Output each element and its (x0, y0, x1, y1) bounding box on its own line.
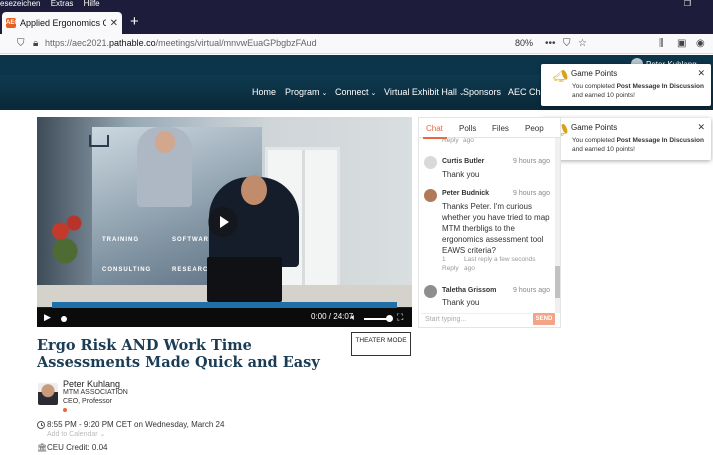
chevron-down-icon: ⌄ (370, 90, 377, 97)
menu-extras[interactable]: Extras (51, 0, 74, 8)
video-laptop (207, 257, 282, 302)
tab-chat[interactable]: Chat (423, 124, 447, 139)
game-points-icon: 📣︎ (553, 69, 569, 83)
sidebar-icon[interactable]: ▣ (677, 38, 686, 50)
nav-home[interactable]: Home (252, 87, 276, 97)
more-icon[interactable]: ••• (545, 38, 556, 50)
ceu-credit: CEU Credit: 0.04 (47, 443, 108, 452)
message-author[interactable]: Peter Budnick (442, 190, 489, 197)
send-button[interactable]: SEND (533, 313, 555, 325)
close-icon[interactable]: ✕ (697, 68, 705, 79)
message-time: 9 hours ago (513, 158, 550, 165)
scrubber-handle[interactable] (61, 316, 67, 322)
menu-bookmarks[interactable]: esezeichen (0, 0, 40, 8)
menu-bar: esezeichen Extras Hilfe ❐ (0, 0, 713, 8)
volume-icon[interactable]: 🔈︎ (351, 311, 356, 323)
toast-notification: 📣︎ Game Points ✕ You completed Post Mess… (541, 118, 711, 160)
tab-files[interactable]: Files (492, 124, 509, 133)
volume-handle[interactable] (386, 315, 393, 322)
status-dot (63, 408, 67, 412)
reply-count[interactable]: 1 (442, 256, 446, 263)
url-field[interactable]: https://aec2021.pathable.co/meetings/vir… (45, 38, 317, 48)
nav-program[interactable]: Program ⌄ (285, 87, 327, 97)
nav-sponsors[interactable]: Sponsors (463, 87, 501, 97)
speaker-name[interactable]: Peter Kuhlang (63, 379, 120, 389)
video-flowers (47, 207, 92, 287)
nav-virtual-exhibit-hall[interactable]: Virtual Exhibit Hall ⌄ (384, 87, 465, 97)
favicon-icon: AEC (6, 18, 19, 28)
avatar[interactable] (38, 383, 58, 405)
video-controls: ▶ 0:00 / 24:07 🔈︎ ⛶ (37, 308, 412, 327)
volume-slider[interactable] (364, 318, 388, 320)
credit-icon: 🏛︎ (37, 443, 48, 452)
toast-title: Game Points (571, 123, 618, 132)
message-author[interactable]: Curtis Butler (442, 158, 484, 165)
browser-window: esezeichen Extras Hilfe ❐ AEC Applied Er… (0, 0, 713, 455)
message-time: 9 hours ago (513, 190, 550, 197)
avatar (424, 156, 437, 169)
avatar (424, 285, 437, 298)
browser-tab[interactable]: AEC Applied Ergonomics Conference ✕ (2, 12, 122, 34)
video-player[interactable]: TRAINING SOFTWARE CONSULTING RESEARCH ▶ … (37, 117, 412, 327)
speaker-role: CEO, Professor (63, 398, 113, 405)
toast-message: You completed Post Message In Discussion… (572, 137, 704, 153)
toast-notification: 📣︎ Game Points ✕ You completed Post Mess… (541, 64, 711, 106)
board-text: SOFTWARE (172, 237, 214, 243)
tab-people[interactable]: Peop (525, 124, 544, 133)
last-reply: Last reply a few seconds (464, 256, 536, 263)
close-tab-icon[interactable]: ✕ (110, 18, 118, 29)
fullscreen-icon[interactable]: ⛶ (397, 311, 403, 323)
chat-panel: Chat Polls Files Peop Reply ago Curtis B… (418, 117, 561, 328)
message-author[interactable]: Taletha Grissom (442, 287, 496, 294)
close-icon[interactable]: ✕ (697, 122, 705, 133)
tab-polls[interactable]: Polls (459, 124, 476, 133)
board-text: CONSULTING (102, 267, 152, 273)
reply-link[interactable]: Reply (442, 265, 459, 272)
theater-mode-button[interactable]: THEATER MODE (351, 332, 411, 356)
restore-window-icon[interactable]: ❐ (684, 0, 691, 8)
new-tab-button[interactable]: + (130, 14, 139, 30)
video-time: 0:00 / 24:07 (311, 312, 354, 321)
chat-input[interactable]: Start typing... (421, 313, 531, 325)
add-to-calendar-link[interactable]: Add to Calendar ⌄ (47, 430, 105, 438)
reply-time: ago (464, 265, 475, 272)
chat-tabs: Chat Polls Files Peop (419, 118, 560, 139)
clock-icon (37, 421, 45, 429)
tab-title: Applied Ergonomics Conference (20, 18, 106, 28)
nav-connect[interactable]: Connect ⌄ (335, 87, 376, 97)
board-text: TRAINING (102, 237, 139, 243)
lock-icon[interactable]: 🔒︎ (33, 38, 38, 50)
play-icon[interactable]: ▶ (44, 311, 51, 323)
toast-message: You completed Post Message In Discussion… (572, 83, 704, 99)
address-bar: ⛉ 🔒︎ https://aec2021.pathable.co/meeting… (0, 34, 713, 54)
menu-help[interactable]: Hilfe (84, 0, 100, 8)
video-background-person (137, 127, 192, 207)
message-text: Thank you (442, 298, 480, 307)
chat-scrollbar[interactable] (555, 138, 560, 313)
bookmark-star-icon[interactable]: ☆ (578, 38, 587, 50)
shield-icon[interactable]: ⛉ (17, 38, 25, 50)
message-text: Thanks Peter. I'm curious whether you ha… (442, 202, 550, 255)
session-time: 8:55 PM - 9:20 PM CET on Wednesday, Marc… (47, 420, 225, 429)
speaker-organization: MTM ASSOCIATION (63, 389, 128, 396)
toast-title: Game Points (571, 69, 618, 78)
chevron-down-icon: ⌄ (321, 90, 328, 97)
message-text: Thank you (442, 170, 480, 179)
avatar (424, 189, 437, 202)
tab-bar: AEC Applied Ergonomics Conference ✕ + (0, 8, 713, 34)
pocket-icon[interactable]: ⛉ (563, 38, 571, 50)
library-icon[interactable]: ⫼ (659, 38, 664, 50)
message-time: 9 hours ago (513, 287, 550, 294)
reply-time: ago (463, 137, 474, 144)
account-icon[interactable]: ◉ (696, 38, 705, 50)
page-title: Ergo Risk AND Work Time Assessments Made… (37, 337, 320, 371)
scrollbar-thumb[interactable] (555, 266, 560, 298)
zoom-level[interactable]: 80% (515, 38, 533, 48)
play-overlay-button[interactable] (208, 207, 238, 237)
video-corner-mark (89, 135, 109, 147)
reply-link[interactable]: Reply (442, 137, 459, 144)
